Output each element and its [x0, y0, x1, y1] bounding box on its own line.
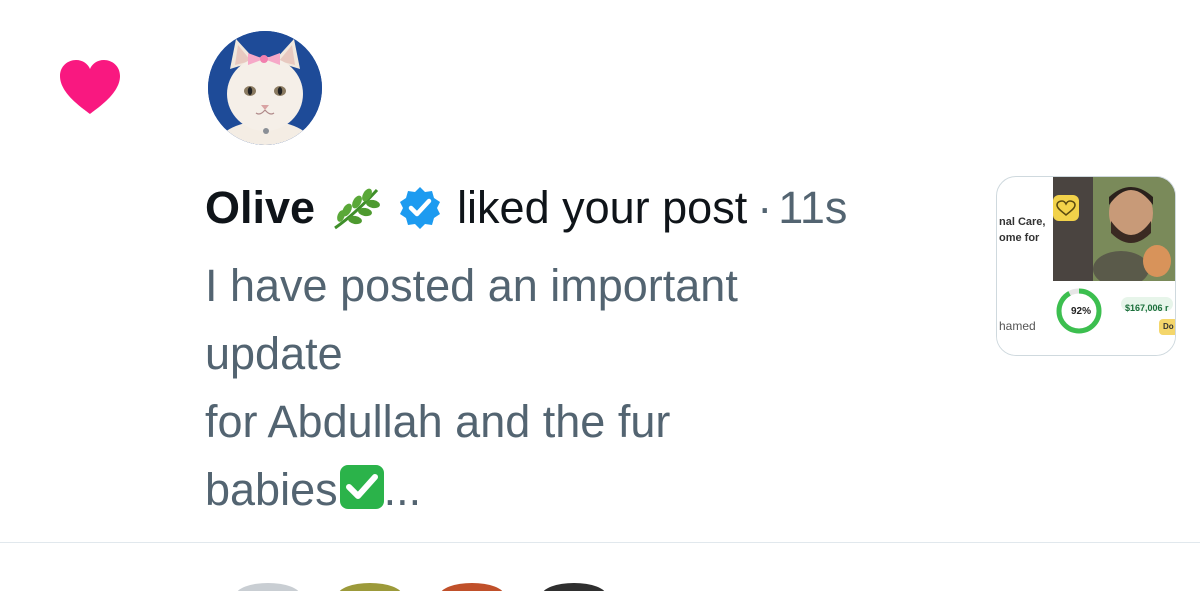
- action-text: liked your post: [457, 182, 748, 233]
- notification-headline: Olive liked your post · 11s: [205, 178, 847, 238]
- user-name[interactable]: Olive: [205, 182, 315, 234]
- thumbnail-amount: $167,006 r: [1125, 303, 1169, 313]
- preview-ellipsis: ...: [383, 464, 422, 515]
- heart-icon: [58, 58, 122, 116]
- preview-line-text: babies: [205, 464, 338, 515]
- thumbnail-progress-label: 92%: [1071, 306, 1092, 317]
- preview-line: I have posted an important: [205, 260, 738, 311]
- divider: [0, 542, 1200, 543]
- thumbnail-text: ome for: [999, 232, 1040, 244]
- preview-line: update: [205, 328, 343, 379]
- herb-icon: [334, 188, 380, 230]
- post-thumbnail[interactable]: nal Care, ome for hamed 92% $167,006 r D…: [996, 176, 1176, 356]
- preview-line: babies...: [205, 456, 905, 524]
- timestamp[interactable]: 11s: [778, 182, 847, 234]
- separator-dot: ·: [757, 182, 773, 233]
- preview-line: for Abdullah and the fur: [205, 396, 671, 447]
- post-preview[interactable]: I have posted an important update for Ab…: [205, 252, 905, 524]
- check-mark-button-icon: [339, 465, 384, 509]
- thumbnail-text: nal Care,: [999, 216, 1046, 228]
- avatar[interactable]: [208, 31, 322, 145]
- next-notification-avatars: [228, 578, 628, 596]
- thumbnail-name: hamed: [999, 319, 1036, 333]
- thumbnail-button: Do: [1159, 319, 1175, 335]
- verified-badge-icon: [400, 187, 441, 229]
